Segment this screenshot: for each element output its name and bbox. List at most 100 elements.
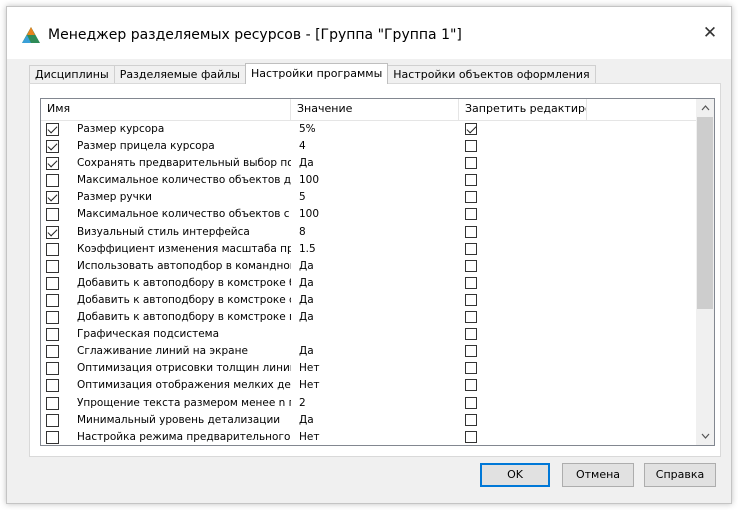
- close-icon[interactable]: ✕: [703, 23, 717, 43]
- lock-edit-checkbox[interactable]: [465, 208, 477, 221]
- setting-value[interactable]: Да: [299, 155, 449, 172]
- column-header-value[interactable]: Значение: [291, 99, 459, 121]
- lock-edit-checkbox[interactable]: [465, 225, 477, 238]
- setting-name: Добавить к автоподбору в комстроке сис..…: [77, 293, 291, 306]
- row-checkbox[interactable]: [46, 123, 59, 136]
- column-header-lock[interactable]: Запретить редактиро...: [459, 99, 587, 121]
- lock-edit-checkbox[interactable]: [465, 396, 477, 409]
- lock-edit-checkbox[interactable]: [465, 430, 477, 443]
- lock-edit-checkbox[interactable]: [465, 174, 477, 187]
- setting-value[interactable]: 5%: [299, 121, 449, 138]
- cancel-button[interactable]: Отмена: [562, 463, 634, 487]
- table-row[interactable]: Настройка режима предварительного пр... Н…: [41, 429, 696, 445]
- row-checkbox[interactable]: [46, 396, 59, 410]
- tab-panel: Имя Значение Запретить редактиро... Разм…: [29, 83, 721, 457]
- table-row[interactable]: Добавить к автоподбору в комстроке бл...…: [41, 275, 696, 292]
- row-checkbox[interactable]: [46, 208, 59, 222]
- table-row[interactable]: Сглаживание линий на экране Да: [41, 343, 696, 360]
- lock-edit-checkbox[interactable]: [465, 293, 477, 306]
- tab-design-object-settings[interactable]: Настройки объектов оформления: [387, 65, 596, 84]
- row-checkbox[interactable]: [46, 225, 59, 239]
- table-row[interactable]: Коэффициент изменения масштаба при ... 1.…: [41, 241, 696, 258]
- row-checkbox[interactable]: [46, 191, 59, 205]
- scroll-down-button[interactable]: [696, 427, 714, 445]
- lock-edit-checkbox[interactable]: [465, 191, 477, 204]
- row-checkbox[interactable]: [46, 242, 59, 256]
- row-checkbox[interactable]: [46, 413, 59, 427]
- setting-value[interactable]: 8: [299, 224, 449, 241]
- row-checkbox[interactable]: [46, 276, 59, 290]
- table-row[interactable]: Максимальное количество объектов с ру...…: [41, 206, 696, 223]
- tab-disciplines[interactable]: Дисциплины: [29, 65, 115, 84]
- settings-list[interactable]: Имя Значение Запретить редактиро... Разм…: [40, 98, 715, 446]
- setting-value[interactable]: Да: [299, 275, 449, 292]
- lock-edit-checkbox[interactable]: [465, 242, 477, 255]
- setting-value[interactable]: Нет: [299, 429, 449, 445]
- row-checkbox[interactable]: [46, 379, 59, 393]
- row-checkbox[interactable]: [46, 140, 59, 154]
- scroll-up-button[interactable]: [696, 99, 714, 117]
- table-row[interactable]: Упрощение текста размером менее n пик...…: [41, 395, 696, 412]
- tab-shared-files[interactable]: Разделяемые файлы: [113, 65, 246, 84]
- table-row[interactable]: Максимальное количество объектов для ...…: [41, 172, 696, 189]
- setting-value[interactable]: 4: [299, 138, 449, 155]
- table-row[interactable]: Добавить к автоподбору в комстроке сис..…: [41, 292, 696, 309]
- setting-value[interactable]: 2: [299, 395, 449, 412]
- table-row[interactable]: Добавить к автоподбору в комстроке по...…: [41, 309, 696, 326]
- vertical-scrollbar[interactable]: [696, 99, 714, 445]
- column-header-name[interactable]: Имя: [41, 99, 291, 121]
- setting-value[interactable]: 100: [299, 172, 449, 189]
- list-rows: Размер курсора 5% Размер прицела курсора 4 С…: [41, 121, 696, 445]
- close-button[interactable]: ✕: [695, 19, 725, 47]
- table-row[interactable]: Оптимизация отрисовки толщин линий н... Н…: [41, 360, 696, 377]
- table-row[interactable]: Оптимизация отображения мелких детал... Н…: [41, 377, 696, 394]
- setting-value[interactable]: Да: [299, 258, 449, 275]
- setting-value[interactable]: Нет: [299, 377, 449, 394]
- lock-edit-checkbox[interactable]: [465, 413, 477, 426]
- row-checkbox[interactable]: [46, 328, 59, 342]
- row-checkbox[interactable]: [46, 362, 59, 376]
- setting-value[interactable]: 5: [299, 189, 449, 206]
- table-row[interactable]: Минимальный уровень детализации Да: [41, 412, 696, 429]
- table-row[interactable]: Использовать автоподбор в командной с...…: [41, 258, 696, 275]
- lock-edit-checkbox[interactable]: [465, 379, 477, 392]
- lock-edit-checkbox[interactable]: [465, 276, 477, 289]
- row-checkbox[interactable]: [46, 311, 59, 325]
- row-checkbox[interactable]: [46, 157, 59, 171]
- lock-edit-checkbox[interactable]: [465, 259, 477, 272]
- setting-value[interactable]: Да: [299, 412, 449, 429]
- lock-edit-checkbox[interactable]: [465, 157, 477, 170]
- row-checkbox[interactable]: [46, 345, 59, 359]
- list-header: Имя Значение Запретить редактиро...: [41, 99, 696, 121]
- lock-edit-checkbox[interactable]: [465, 311, 477, 324]
- setting-value[interactable]: Да: [299, 309, 449, 326]
- row-checkbox[interactable]: [46, 430, 59, 444]
- row-checkbox[interactable]: [46, 259, 59, 273]
- setting-name: Размер прицела курсора: [77, 140, 215, 153]
- table-row[interactable]: Графическая подсистема: [41, 326, 696, 343]
- table-row[interactable]: Размер ручки 5: [41, 189, 696, 206]
- table-row[interactable]: Размер прицела курсора 4: [41, 138, 696, 155]
- table-row[interactable]: Размер курсора 5%: [41, 121, 696, 138]
- lock-edit-checkbox[interactable]: [465, 140, 477, 153]
- setting-name: Размер ручки: [77, 191, 152, 204]
- lock-edit-checkbox[interactable]: [465, 362, 477, 375]
- ok-button[interactable]: OK: [480, 463, 550, 487]
- lock-edit-checkbox[interactable]: [465, 123, 477, 135]
- setting-name: Настройка режима предварительного пр...: [77, 430, 291, 443]
- row-checkbox[interactable]: [46, 293, 59, 307]
- scroll-thumb[interactable]: [697, 117, 713, 309]
- setting-value[interactable]: Да: [299, 343, 449, 360]
- setting-value[interactable]: 1.5: [299, 241, 449, 258]
- setting-value[interactable]: Нет: [299, 360, 449, 377]
- lock-edit-checkbox[interactable]: [465, 345, 477, 358]
- lock-edit-checkbox[interactable]: [465, 328, 477, 341]
- tab-program-settings[interactable]: Настройки программы: [244, 63, 389, 84]
- setting-value[interactable]: Да: [299, 292, 449, 309]
- setting-value[interactable]: 100: [299, 206, 449, 223]
- help-button[interactable]: Справка: [644, 463, 716, 487]
- table-row[interactable]: Сохранять предварительный выбор посл... Д…: [41, 155, 696, 172]
- setting-name: Сохранять предварительный выбор посл...: [77, 157, 291, 170]
- row-checkbox[interactable]: [46, 174, 59, 188]
- table-row[interactable]: Визуальный стиль интерфейса 8: [41, 224, 696, 241]
